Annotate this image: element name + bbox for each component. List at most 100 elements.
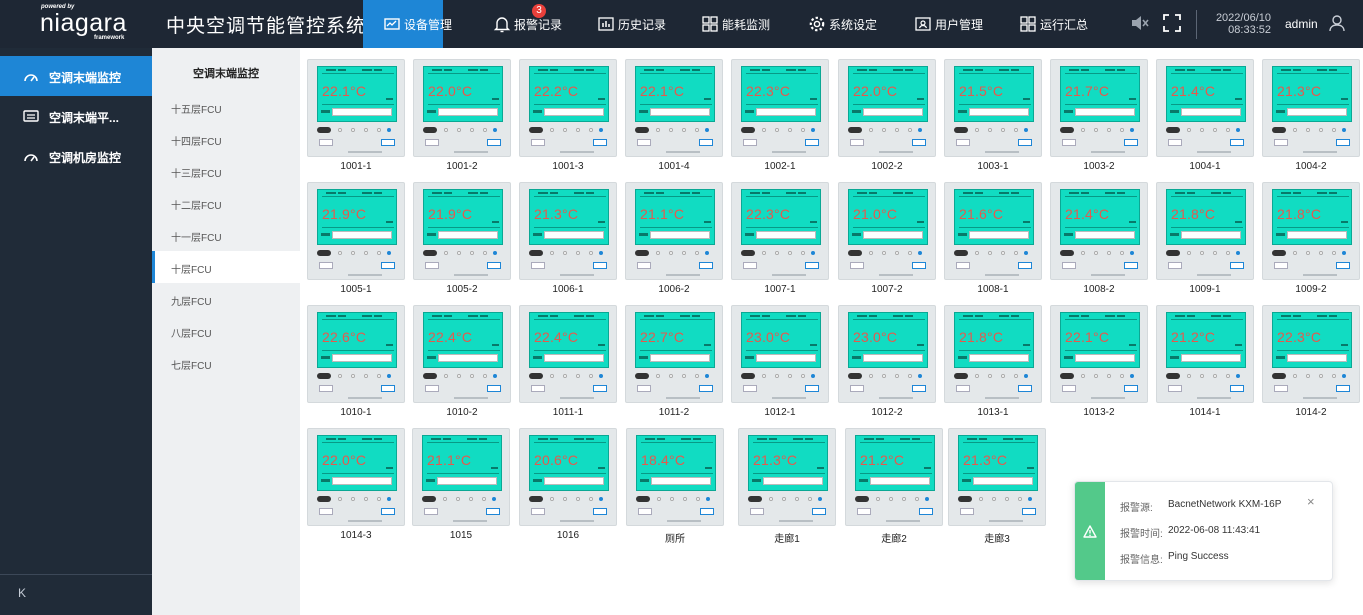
thermostat-buttons: [317, 508, 397, 516]
fcu-device-card[interactable]: 21.9°C 1005-2: [413, 173, 511, 295]
sidebar-item-3[interactable]: 空调机房监控: [0, 136, 152, 176]
fcu-device-card[interactable]: 21.0°C 1007-2: [838, 173, 936, 295]
mute-icon[interactable]: [1129, 13, 1149, 33]
floor-item[interactable]: 十层FCU: [152, 251, 300, 283]
nav-item-1[interactable]: 设备管理: [363, 0, 452, 48]
fcu-device-card[interactable]: 22.3°C 1014-2: [1262, 296, 1360, 418]
power-toggle: [848, 250, 862, 256]
fcu-device-card[interactable]: 21.8°C 1009-2: [1262, 173, 1360, 295]
mode-controls: [317, 373, 397, 379]
nav-item-7[interactable]: 运行汇总: [1003, 0, 1107, 48]
sidebar-item-2[interactable]: 空调末端平...: [0, 96, 152, 136]
power-toggle: [741, 250, 755, 256]
nav-item-label: 系统设定: [829, 18, 878, 32]
floor-item[interactable]: 十二层FCU: [152, 187, 300, 219]
device-name: 1001-3: [552, 161, 584, 172]
fcu-device-card[interactable]: 21.4°C 1004-1: [1156, 50, 1254, 172]
fcu-device-card[interactable]: 23.0°C 1012-2: [838, 296, 936, 418]
fcu-device-card[interactable]: 20.6°C 1016: [519, 419, 617, 541]
floor-item[interactable]: 十三层FCU: [152, 155, 300, 187]
lcd-setpoint-label: [852, 233, 861, 236]
fcu-device-card[interactable]: 21.7°C 1003-2: [1050, 50, 1148, 172]
room-temperature: 20.6°C: [534, 452, 579, 468]
lcd-setpoint-label: [1170, 356, 1179, 359]
fcu-device-card[interactable]: 22.1°C 1001-1: [307, 50, 405, 172]
fcu-device-card[interactable]: 21.4°C 1008-2: [1050, 173, 1148, 295]
mode-radio: [1306, 374, 1310, 378]
fcu-device-card[interactable]: 21.3°C 走廊1: [738, 419, 836, 545]
fcu-device-card[interactable]: 22.3°C 1007-1: [731, 173, 829, 295]
logo-framework-text: framework: [94, 35, 125, 41]
fcu-device-card[interactable]: 22.0°C 1014-3: [307, 419, 405, 541]
fcu-device-card[interactable]: 22.4°C 1011-1: [519, 296, 617, 418]
floor-item[interactable]: 十四层FCU: [152, 123, 300, 155]
alarm-close-button[interactable]: ×: [1307, 494, 1315, 509]
fcu-device-card[interactable]: 22.2°C 1001-3: [519, 50, 617, 172]
fcu-device-card[interactable]: 22.6°C 1010-1: [307, 296, 405, 418]
mode-radio: [782, 497, 786, 501]
fcu-device-card[interactable]: 21.8°C 1009-1: [1156, 173, 1254, 295]
thermostat-buttons: [954, 385, 1034, 393]
floor-item-label: 十四层FCU: [171, 137, 222, 148]
nav-item-6[interactable]: 用户管理: [898, 0, 1002, 48]
mode-radio: [470, 128, 474, 132]
lcd-setpoint-label: [958, 356, 967, 359]
fcu-device-card[interactable]: 21.6°C 1008-1: [944, 173, 1042, 295]
username[interactable]: admin: [1285, 17, 1318, 31]
user-icon[interactable]: [1328, 14, 1346, 32]
fcu-device-card[interactable]: 22.0°C 1001-2: [413, 50, 511, 172]
nav-item-5[interactable]: 系统设定: [792, 0, 896, 48]
device-name: 1014-1: [1189, 407, 1221, 418]
room-temperature: 21.2°C: [1171, 329, 1216, 345]
thermostat-panel: 22.0°C: [838, 59, 936, 157]
setpoint-field: [332, 108, 392, 116]
fcu-device-card[interactable]: 21.1°C 1006-2: [625, 173, 723, 295]
room-temperature: 21.9°C: [322, 206, 367, 222]
fcu-device-card[interactable]: 21.1°C 1015: [412, 419, 510, 541]
nav-item-2[interactable]: 报警记录 3: [477, 0, 581, 48]
floor-item[interactable]: 七层FCU: [152, 347, 300, 379]
alarm-time-label: 报警时间:: [1120, 529, 1163, 540]
mode-radio: [377, 374, 381, 378]
thermostat-panel: 22.2°C: [519, 59, 617, 157]
floor-item[interactable]: 八层FCU: [152, 315, 300, 347]
mode-radio-selected: [1024, 128, 1028, 132]
room-temperature: 22.6°C: [322, 329, 367, 345]
fcu-device-card[interactable]: 21.3°C 走廊3: [948, 419, 1046, 545]
floor-item[interactable]: 十五层FCU: [152, 91, 300, 123]
fcu-device-card[interactable]: 22.3°C 1002-1: [731, 50, 829, 172]
mode-radio: [669, 251, 673, 255]
nav-item-3[interactable]: 历史记录: [581, 0, 685, 48]
fcu-device-card[interactable]: 21.3°C 1004-2: [1262, 50, 1360, 172]
fcu-device-card[interactable]: 22.7°C 1011-2: [625, 296, 723, 418]
fcu-device-card[interactable]: 22.0°C 1002-2: [838, 50, 936, 172]
fcu-device-card[interactable]: 21.2°C 走廊2: [845, 419, 943, 545]
fcu-device-card[interactable]: 21.3°C 1006-1: [519, 173, 617, 295]
fcu-device-card[interactable]: 22.1°C 1001-4: [625, 50, 723, 172]
fcu-device-card[interactable]: 22.4°C 1010-2: [413, 296, 511, 418]
collapse-sidebar-button[interactable]: K: [18, 586, 26, 600]
thermostat-lcd: 22.4°C: [529, 312, 609, 368]
floor-item[interactable]: 九层FCU: [152, 283, 300, 315]
setpoint-field: [650, 108, 710, 116]
sidebar-item-1[interactable]: 空调末端监控: [0, 56, 152, 96]
fcu-device-card[interactable]: 22.1°C 1013-2: [1050, 296, 1148, 418]
nav-item-4[interactable]: 能耗监测: [685, 0, 789, 48]
fcu-device-card[interactable]: 21.5°C 1003-1: [944, 50, 1042, 172]
thermostat-panel: 22.0°C: [307, 428, 405, 526]
thermostat-buttons: [422, 508, 502, 516]
floor-item[interactable]: 十一层FCU: [152, 219, 300, 251]
fcu-device-card[interactable]: 21.8°C 1013-1: [944, 296, 1042, 418]
fcu-device-card[interactable]: 21.2°C 1014-1: [1156, 296, 1254, 418]
setpoint-field: [438, 231, 498, 239]
mode-radio-selected: [705, 128, 709, 132]
fcu-device-card[interactable]: 23.0°C 1012-1: [731, 296, 829, 418]
mode-controls: [958, 496, 1038, 502]
thermostat-buttons: [1272, 385, 1352, 393]
thermostat-button: [531, 262, 545, 269]
fcu-device-card[interactable]: 18.4°C 厕所: [626, 419, 724, 545]
lcd-divider: [959, 227, 1031, 228]
fullscreen-icon[interactable]: [1162, 13, 1182, 33]
fcu-device-card[interactable]: 21.9°C 1005-1: [307, 173, 405, 295]
lcd-fan-speed: [1341, 98, 1348, 100]
